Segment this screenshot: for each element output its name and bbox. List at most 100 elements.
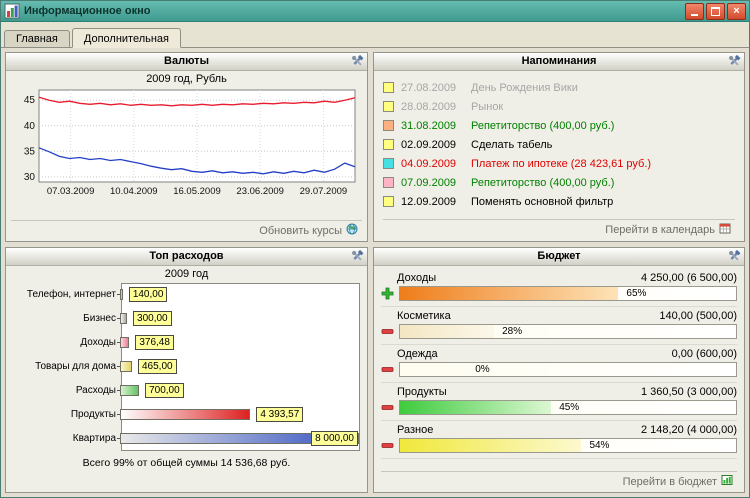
budget-progress-fill: [400, 287, 619, 300]
expense-category-label: Квартира: [72, 433, 116, 444]
budget-amount: 0,00 (600,00): [671, 348, 737, 360]
budget-footer: Перейти в бюджет: [381, 471, 737, 491]
expense-category-label: Бизнес: [83, 313, 116, 324]
budget-amount: 140,00 (500,00): [659, 310, 737, 322]
reminder-color-marker: [383, 120, 394, 131]
budget-sign-icon[interactable]: [381, 439, 394, 452]
panel-budget-title: Бюджет: [537, 250, 581, 262]
expense-value-label: 700,00: [145, 383, 184, 398]
reminder-color-marker: [383, 158, 394, 169]
budget-sign-icon[interactable]: [381, 401, 394, 414]
reminder-text: Сделать табель: [471, 138, 553, 151]
reminder-text: Репетиторство (400,00 руб.): [471, 119, 615, 132]
expense-category-label: Телефон, интернет: [26, 289, 116, 300]
expense-row: Расходы 700,00: [13, 379, 360, 403]
budget-row: Одежда 0,00 (600,00) 0%: [381, 345, 737, 383]
reminder-color-marker: [383, 139, 394, 150]
panel-settings-icon[interactable]: [727, 54, 741, 68]
currency-chart-title: 2009 год, Рубль: [146, 73, 227, 85]
expense-row: Продукты 4 393,57: [13, 403, 360, 427]
expense-value-label: 300,00: [133, 311, 172, 326]
expense-category-label: Доходы: [80, 337, 116, 348]
reminder-item[interactable]: 28.08.2009 Рынок: [383, 97, 735, 116]
globe-icon[interactable]: [346, 223, 358, 238]
panel-reminders-title: Напоминания: [521, 55, 597, 67]
budget-sign-icon[interactable]: [381, 325, 394, 338]
minimize-icon: [691, 13, 698, 16]
reminder-date: 27.08.2009: [401, 81, 457, 94]
panel-reminders: Напоминания 27.08.2009 День Рождения Вик…: [373, 52, 745, 242]
go-to-budget-link[interactable]: Перейти в бюджет: [623, 476, 717, 488]
expense-row: Бизнес 300,00: [13, 307, 360, 331]
expenses-total-text: Всего 99% от общей суммы 14 536,68 руб.: [82, 457, 291, 469]
close-button[interactable]: ×: [727, 2, 746, 20]
panel-settings-icon[interactable]: [350, 54, 364, 68]
top-expenses-chart: Телефон, интернет 140,00 Бизнес 300,00 Д…: [13, 283, 360, 451]
reminder-item[interactable]: 07.09.2009 Репетиторство (400,00 руб.): [383, 173, 735, 192]
reminder-color-marker: [383, 177, 394, 188]
update-rates-link[interactable]: Обновить курсы: [259, 225, 342, 237]
expense-bar: [120, 337, 130, 348]
svg-text:10.04.2009: 10.04.2009: [110, 186, 158, 197]
svg-text:45: 45: [23, 95, 35, 106]
budget-link-icon[interactable]: [721, 474, 733, 489]
reminder-item[interactable]: 27.08.2009 День Рождения Вики: [383, 78, 735, 97]
expense-bar: [120, 385, 140, 396]
budget-row: Доходы 4 250,00 (6 500,00) 65%: [381, 269, 737, 307]
reminder-item[interactable]: 04.09.2009 Платеж по ипотеке (28 423,61 …: [383, 154, 735, 173]
panel-top-expenses-header: Топ расходов: [6, 248, 367, 266]
reminder-item[interactable]: 31.08.2009 Репетиторство (400,00 руб.): [383, 116, 735, 135]
budget-list: Доходы 4 250,00 (6 500,00) 65% Косметика…: [374, 266, 744, 492]
reminder-text: Платеж по ипотеке (28 423,61 руб.): [471, 157, 652, 170]
reminder-date: 12.09.2009: [401, 195, 457, 208]
calendar-icon[interactable]: [719, 222, 731, 237]
expense-bar-cell: 300,00: [117, 307, 360, 331]
budget-row: Продукты 1 360,50 (3 000,00) 45%: [381, 383, 737, 421]
reminders-list: 27.08.2009 День Рождения Вики 28.08.2009…: [374, 71, 744, 241]
tab-additional[interactable]: Дополнительная: [71, 28, 182, 48]
budget-amount: 1 360,50 (3 000,00): [640, 386, 737, 398]
reminder-date: 04.09.2009: [401, 157, 457, 170]
budget-sign-icon[interactable]: [381, 363, 394, 376]
reminder-item[interactable]: 02.09.2009 Сделать табель: [383, 135, 735, 154]
expense-bar: [120, 313, 128, 324]
expense-value-label: 376,48: [135, 335, 174, 350]
currency-chart: 30 35 40 45 07.03.2009 10.04.2009 16.05.2009 23…: [23, 89, 355, 197]
budget-progress-bar: 0%: [399, 362, 737, 377]
panel-settings-icon[interactable]: [350, 249, 364, 263]
svg-text:30: 30: [23, 172, 35, 183]
expense-value-label: 8 000,00: [311, 431, 358, 446]
expense-bar-cell: 700,00: [117, 379, 360, 403]
budget-progress-fill: [400, 401, 552, 414]
minimize-button[interactable]: [685, 2, 704, 20]
titlebar[interactable]: Информационное окно ×: [1, 1, 749, 22]
budget-sign-icon[interactable]: [381, 287, 394, 300]
maximize-button[interactable]: [706, 2, 725, 20]
expense-value-label: 465,00: [138, 359, 177, 374]
svg-text:07.03.2009: 07.03.2009: [46, 186, 94, 197]
budget-progress-bar: 54%: [399, 438, 737, 453]
reminder-item[interactable]: 12.09.2009 Поменять основной фильтр: [383, 192, 735, 211]
svg-text:16.05.2009: 16.05.2009: [173, 186, 221, 197]
reminder-text: Рынок: [471, 100, 504, 113]
tab-main[interactable]: Главная: [4, 30, 70, 47]
panel-settings-icon[interactable]: [727, 249, 741, 263]
panel-top-expenses: Топ расходов 2009 год Телефон, интернет: [5, 247, 368, 493]
budget-category-name: Косметика: [397, 310, 451, 322]
budget-percent-label: 28%: [502, 326, 523, 337]
expense-bar-cell: 376,48: [117, 331, 360, 355]
budget-category-name: Продукты: [397, 386, 447, 398]
budget-row: Разное 2 148,20 (4 000,00) 54%: [381, 421, 737, 459]
reminder-date: 31.08.2009: [401, 119, 457, 132]
reminders-footer: Перейти в календарь: [383, 219, 735, 239]
svg-text:29.07.2009: 29.07.2009: [299, 186, 347, 197]
budget-amount: 4 250,00 (6 500,00): [640, 272, 737, 284]
maximize-icon: [711, 6, 720, 16]
go-to-calendar-link[interactable]: Перейти в календарь: [605, 224, 715, 236]
panel-budget-header: Бюджет: [374, 248, 744, 266]
svg-text:23.06.2009: 23.06.2009: [236, 186, 284, 197]
panel-currencies-header: Валюты: [6, 53, 367, 71]
expense-bar: [120, 409, 251, 420]
budget-percent-label: 65%: [626, 288, 647, 299]
budget-amount: 2 148,20 (4 000,00): [640, 424, 737, 436]
